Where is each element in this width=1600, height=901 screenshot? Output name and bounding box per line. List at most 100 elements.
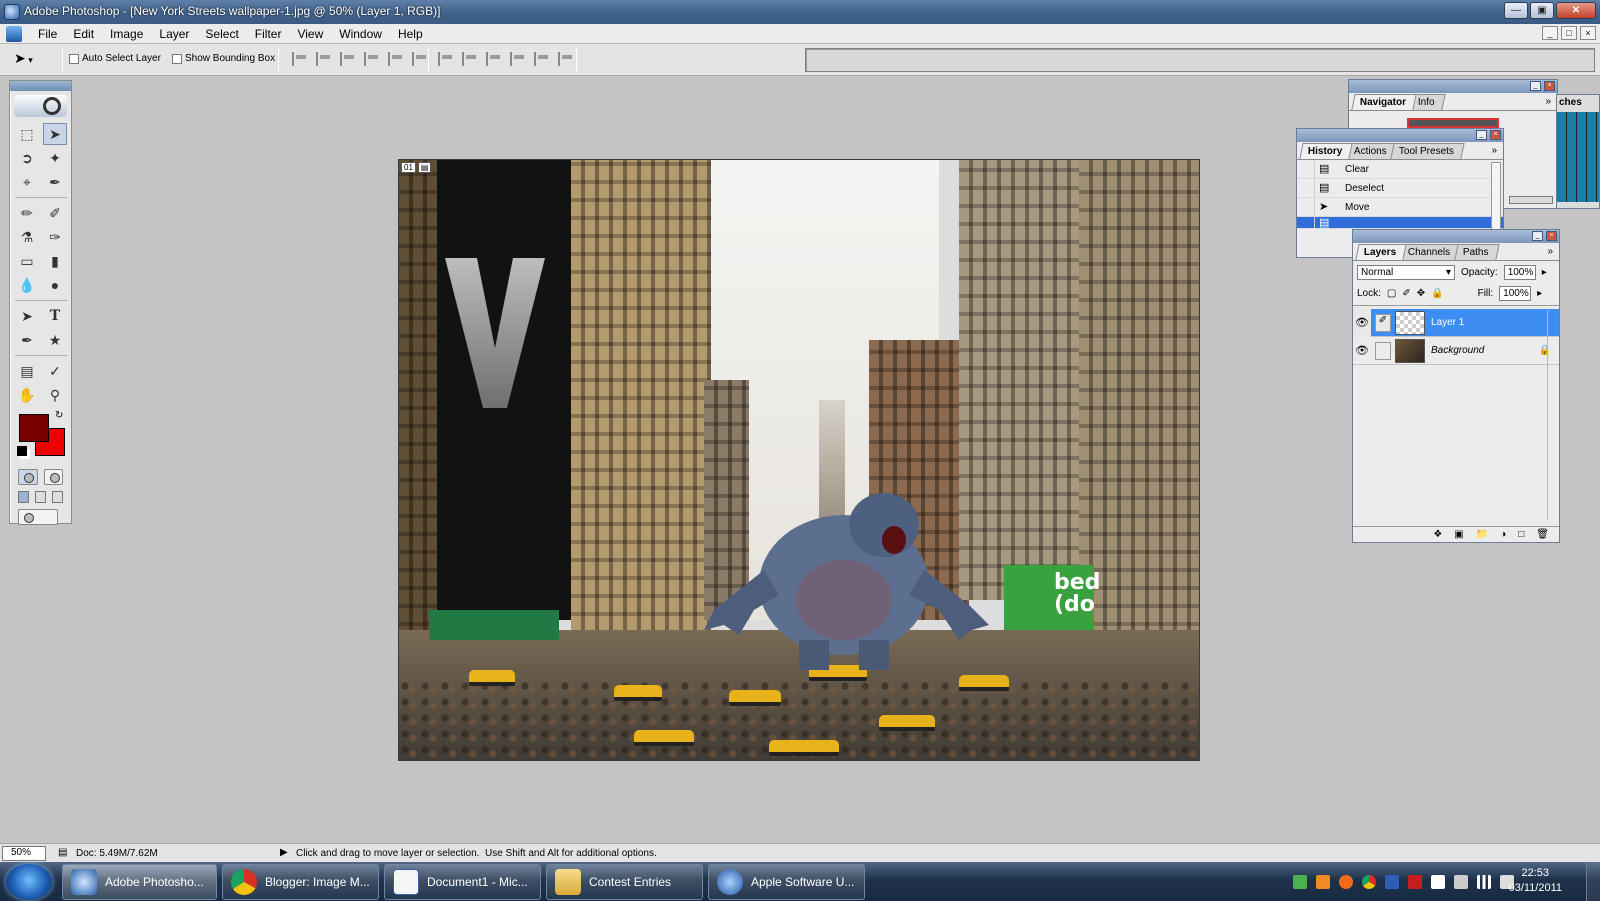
distribute-left-icon[interactable]	[510, 52, 528, 66]
clone-stamp-tool-icon[interactable]: ⚗	[15, 226, 39, 248]
distribute-bottom-icon[interactable]	[486, 52, 504, 66]
avast-icon[interactable]	[1339, 874, 1353, 889]
zoom-field[interactable]: 50%	[2, 846, 46, 861]
chrome-tray-icon[interactable]	[1362, 874, 1376, 889]
full-screen-menu-mode-icon[interactable]	[35, 491, 46, 503]
align-top-icon[interactable]	[292, 52, 310, 66]
network-signal-icon[interactable]	[1477, 874, 1491, 889]
jump-to-imageready-button[interactable]	[18, 509, 58, 525]
navigator-zoom-slider[interactable]	[1509, 196, 1553, 204]
action-center-flag-icon[interactable]	[1431, 874, 1445, 889]
brush-tool-icon[interactable]: ✐	[43, 202, 67, 224]
clock[interactable]: 22:53 03/11/2011	[1509, 866, 1562, 896]
quick-mask-mode-button[interactable]	[43, 469, 63, 485]
align-bottom-icon[interactable]	[340, 52, 358, 66]
document-canvas[interactable]: 01 ▤ bed (do	[398, 159, 1200, 761]
layer-style-icon[interactable]: ❖	[1433, 529, 1442, 540]
doc-info-icon[interactable]: ▤	[58, 847, 67, 858]
history-titlebar[interactable]: _ ×	[1297, 129, 1503, 142]
lock-position-icon[interactable]: ✥	[1417, 288, 1425, 299]
notes-tool-icon[interactable]: ▤	[15, 360, 39, 382]
pen-tool-icon[interactable]: ✒	[15, 329, 39, 351]
tab-channels[interactable]: Channels	[1399, 244, 1462, 260]
blend-mode-select[interactable]: Normal ▾	[1357, 265, 1455, 280]
swap-colors-icon[interactable]: ↻	[55, 410, 63, 421]
history-brush-tool-icon[interactable]: ✑	[43, 226, 67, 248]
navigator-thumbnail[interactable]	[1407, 118, 1499, 128]
history-state[interactable]: ▤ Clear	[1297, 160, 1503, 179]
custom-shape-tool-icon[interactable]: ★	[43, 329, 67, 351]
distribute-top-icon[interactable]	[438, 52, 456, 66]
layer-row[interactable]: 👁 ✐ Layer 1	[1353, 308, 1559, 337]
delete-layer-icon[interactable]: 🗑	[1536, 529, 1549, 540]
history-state-current[interactable]: ▤	[1297, 217, 1503, 229]
palette-minimize-button[interactable]: _	[1476, 130, 1487, 140]
move-tool-icon[interactable]: ➤	[43, 123, 67, 145]
distribute-hcenter-icon[interactable]	[534, 52, 552, 66]
tab-history[interactable]: History	[1299, 143, 1354, 159]
navigator-titlebar[interactable]: _ ×	[1349, 80, 1557, 93]
auto-select-layer-option[interactable]: Auto Select Layer	[69, 53, 161, 64]
taskbar-photoshop[interactable]: Adobe Photosho...	[62, 864, 217, 900]
fill-field[interactable]: 100%	[1499, 286, 1532, 301]
align-vcenter-icon[interactable]	[316, 52, 334, 66]
menu-view[interactable]: View	[289, 26, 331, 42]
lasso-tool-icon[interactable]: ➲	[15, 147, 39, 169]
maximize-button[interactable]: ▣	[1530, 2, 1554, 19]
palette-well[interactable]	[805, 48, 1595, 72]
standard-screen-mode-icon[interactable]	[18, 491, 29, 503]
new-layer-icon[interactable]: □	[1518, 529, 1524, 540]
history-state[interactable]: ▤ Deselect	[1297, 179, 1503, 198]
zoom-tool-icon[interactable]: ⚲	[43, 384, 67, 406]
menu-help[interactable]: Help	[390, 26, 431, 42]
adobe-online-button[interactable]	[14, 95, 67, 117]
menu-window[interactable]: Window	[331, 26, 390, 42]
palette-close-button[interactable]: ×	[1546, 231, 1557, 241]
monster-layer-content[interactable]	[694, 480, 994, 675]
removable-device-icon[interactable]	[1454, 874, 1468, 889]
lock-all-icon[interactable]: 🔒	[1431, 288, 1443, 299]
taskbar-apple-update[interactable]: Apple Software U...	[708, 864, 865, 900]
visibility-eye-icon[interactable]: 👁	[1353, 308, 1371, 337]
swatch-grid[interactable]	[1557, 112, 1599, 202]
opacity-field[interactable]: 100%	[1503, 265, 1536, 280]
tab-layers[interactable]: Layers	[1355, 244, 1407, 260]
document-icon[interactable]	[6, 26, 22, 42]
tab-paths[interactable]: Paths	[1453, 244, 1499, 260]
close-button[interactable]: ✕	[1556, 2, 1596, 19]
standard-mode-button[interactable]	[18, 469, 38, 485]
history-state[interactable]: ➤ Move	[1297, 198, 1503, 217]
dodge-tool-icon[interactable]: ●	[43, 274, 67, 296]
orange-app-icon[interactable]	[1316, 874, 1330, 889]
lock-transparency-icon[interactable]: ▢	[1387, 288, 1396, 299]
move-tool-icon[interactable]: ➤ ▾	[14, 50, 50, 70]
doc-restore-button[interactable]: □	[1561, 26, 1577, 40]
security-icon[interactable]	[1293, 874, 1307, 889]
slice-tool-icon[interactable]: ✒	[43, 171, 67, 193]
opacity-slider-arrow-icon[interactable]: ▸	[1542, 267, 1547, 278]
swatches-tab-label[interactable]: ches	[1557, 95, 1599, 110]
layers-titlebar[interactable]: _ ×	[1353, 230, 1559, 243]
distribute-vcenter-icon[interactable]	[462, 52, 480, 66]
menu-edit[interactable]: Edit	[65, 26, 102, 42]
new-set-icon[interactable]: 📁	[1476, 529, 1488, 540]
hand-tool-icon[interactable]: ✋	[15, 384, 39, 406]
menu-layer[interactable]: Layer	[151, 26, 197, 42]
crop-tool-icon[interactable]: ⌖	[15, 171, 39, 193]
tab-tool-presets[interactable]: Tool Presets	[1390, 143, 1465, 159]
start-button[interactable]	[6, 864, 52, 900]
gradient-tool-icon[interactable]: ▮	[43, 250, 67, 272]
ati-icon[interactable]	[1408, 874, 1422, 889]
layer-row[interactable]: 👁 Background 🔒	[1353, 337, 1559, 365]
palette-minimize-button[interactable]: _	[1530, 81, 1541, 91]
distribute-right-icon[interactable]	[558, 52, 576, 66]
palette-menu-icon[interactable]: »	[1547, 246, 1553, 257]
full-screen-mode-icon[interactable]	[52, 491, 63, 503]
align-left-icon[interactable]	[364, 52, 382, 66]
show-bounding-box-option[interactable]: Show Bounding Box	[172, 53, 275, 64]
palette-menu-icon[interactable]: »	[1491, 145, 1497, 156]
photoshop-app-icon[interactable]	[4, 4, 20, 20]
tab-navigator[interactable]: Navigator	[1351, 94, 1417, 110]
auto-select-layer-checkbox[interactable]	[69, 53, 79, 64]
palette-close-button[interactable]: ×	[1490, 130, 1501, 140]
